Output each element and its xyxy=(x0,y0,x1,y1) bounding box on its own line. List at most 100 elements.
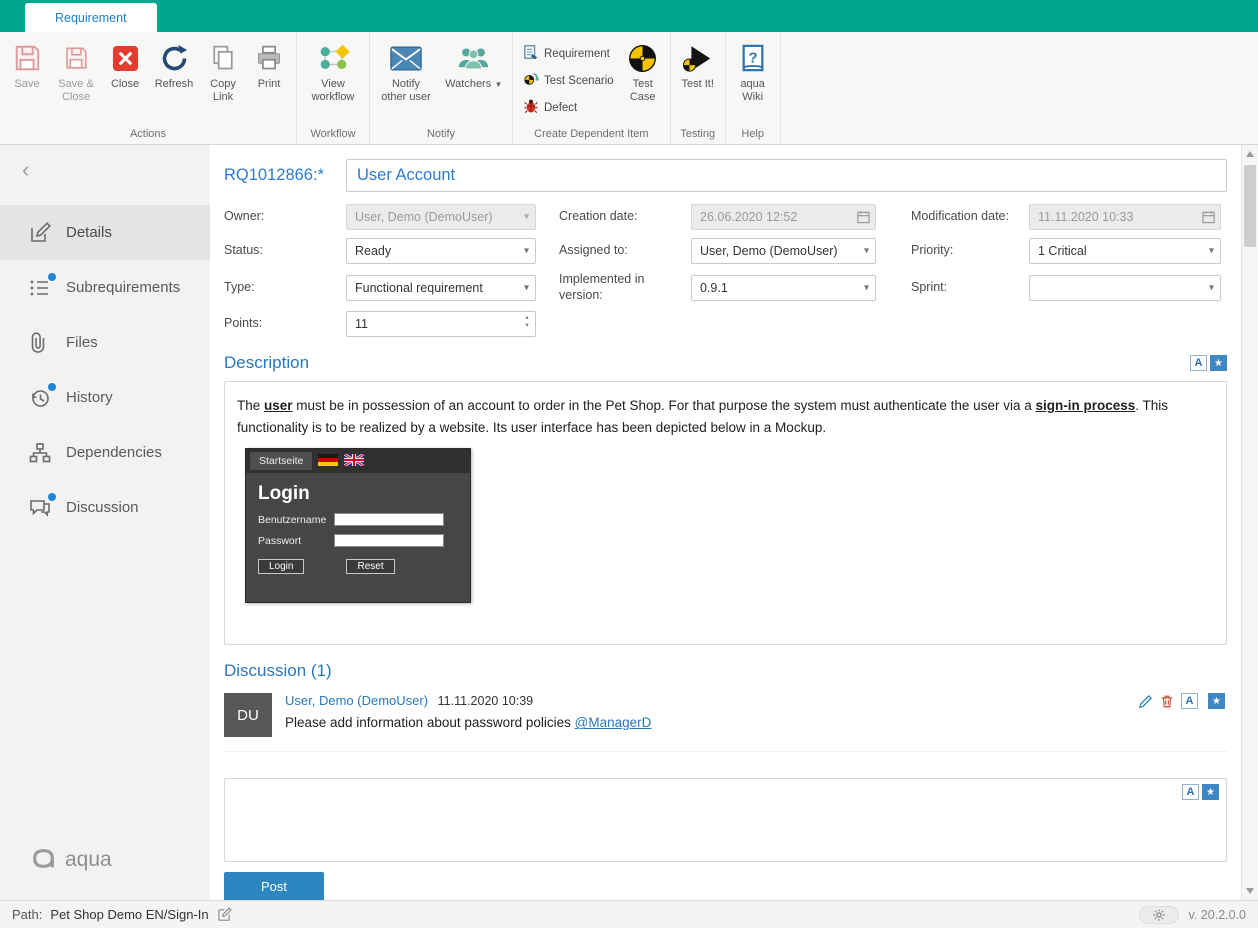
print-button[interactable]: Print xyxy=(247,36,291,95)
save-label: Save xyxy=(14,78,39,91)
mockup-login-title: Login xyxy=(258,483,458,505)
type-label: Type: xyxy=(224,280,346,296)
sidebar-item-discussion[interactable]: Discussion xyxy=(0,480,210,535)
creation-date-label: Creation date: xyxy=(559,209,691,225)
sidebar-item-dependencies-label: Dependencies xyxy=(66,444,162,461)
comment-mention-link[interactable]: @ManagerD xyxy=(575,715,652,730)
create-test-case-label: Test Case xyxy=(626,78,660,104)
aqua-wiki-button[interactable]: ? aqua Wiki xyxy=(731,36,775,108)
priority-select[interactable]: 1 Critical ▾ xyxy=(1029,238,1221,264)
ribbon-toolbar: Save Save & Close Close xyxy=(0,32,1258,145)
sidebar-item-dependencies[interactable]: Dependencies xyxy=(0,425,210,480)
aqua-logo-icon xyxy=(30,847,57,872)
new-comment-input[interactable]: A ★ xyxy=(224,778,1227,862)
create-test-scenario-button[interactable]: Test Scenario xyxy=(517,67,620,94)
requirement-icon xyxy=(523,44,539,63)
watchers-label: Watchers ▾ xyxy=(445,78,501,91)
watchers-button[interactable]: Watchers ▾ xyxy=(439,36,507,95)
copy-link-button[interactable]: Copy Link xyxy=(201,36,245,108)
scroll-up-arrow[interactable] xyxy=(1246,151,1254,157)
create-defect-label: Defect xyxy=(544,102,577,114)
aqua-alm-window: Requirement Save Save & Close xyxy=(0,0,1258,928)
chevron-down-icon: ▾ xyxy=(524,246,529,257)
path-label: Path: xyxy=(12,907,42,922)
create-requirement-label: Requirement xyxy=(544,48,610,60)
notify-other-user-button[interactable]: Notify other user xyxy=(375,36,437,108)
points-label: Points: xyxy=(224,316,346,332)
discussion-comment: DU User, Demo (DemoUser) 11.11.2020 10:3… xyxy=(224,693,1227,752)
save-and-close-button[interactable]: Save & Close xyxy=(51,36,101,108)
title-input[interactable] xyxy=(346,159,1227,192)
refresh-label: Refresh xyxy=(155,78,194,91)
scroll-down-arrow[interactable] xyxy=(1246,888,1254,894)
refresh-button[interactable]: Refresh xyxy=(149,36,199,95)
chevron-down-icon: ▾ xyxy=(864,282,869,293)
sprint-label: Sprint: xyxy=(911,280,1029,296)
edit-pencil-icon xyxy=(28,221,52,245)
edit-path-icon[interactable] xyxy=(217,907,232,922)
login-mockup-image: Startseite Login Benutzername Passwort xyxy=(245,448,471,603)
points-input[interactable]: 11 ▲ ▼ xyxy=(346,311,536,337)
format-star-icon[interactable]: ★ xyxy=(1208,693,1225,709)
view-workflow-label: View workflow xyxy=(307,78,359,104)
post-button[interactable]: Post xyxy=(224,872,324,900)
save-button[interactable]: Save xyxy=(5,36,49,95)
create-requirement-button[interactable]: Requirement xyxy=(517,40,620,67)
german-flag-icon xyxy=(318,454,338,469)
format-text-icon[interactable]: A xyxy=(1181,693,1198,709)
edit-comment-icon[interactable] xyxy=(1138,694,1153,709)
collapse-sidebar-button[interactable]: ‹ xyxy=(0,145,210,187)
copy-link-label: Copy Link xyxy=(206,78,240,104)
view-workflow-button[interactable]: View workflow xyxy=(302,36,364,108)
requirement-form: Owner: User, Demo (DemoUser) ▾ Creation … xyxy=(224,204,1227,337)
notification-dot xyxy=(48,273,56,281)
modification-date-label: Modification date: xyxy=(911,209,1029,225)
ribbon-group-notify-label: Notify xyxy=(374,126,508,144)
wiki-help-icon: ? xyxy=(739,40,767,76)
sidebar-item-subrequirements[interactable]: Subrequirements xyxy=(0,260,210,315)
description-editor[interactable]: The user must be in possession of an acc… xyxy=(224,381,1227,645)
workflow-icon xyxy=(317,40,350,76)
mockup-reset-button: Reset xyxy=(346,559,394,574)
format-star-icon[interactable]: ★ xyxy=(1210,355,1227,371)
mockup-password-label: Passwort xyxy=(258,535,334,547)
close-button[interactable]: Close xyxy=(103,36,147,95)
implemented-in-version-select[interactable]: 0.9.1 ▾ xyxy=(691,275,876,301)
description-heading: Description xyxy=(224,353,309,373)
type-select[interactable]: Functional requirement ▾ xyxy=(346,275,536,301)
requirement-id: RQ1012866:* xyxy=(224,166,346,185)
format-text-icon[interactable]: A xyxy=(1190,355,1207,371)
test-it-button[interactable]: Test It! xyxy=(676,36,720,95)
ribbon-group-create-dependent-item-label: Create Dependent Item xyxy=(517,126,666,144)
tab-requirement[interactable]: Requirement xyxy=(25,3,157,32)
vertical-scrollbar[interactable] xyxy=(1241,145,1258,900)
chevron-down-icon: ▾ xyxy=(864,246,869,257)
close-label: Close xyxy=(111,78,139,91)
mockup-login-button: Login xyxy=(258,559,304,574)
sidebar-item-history[interactable]: History xyxy=(0,370,210,425)
test-it-icon xyxy=(682,40,714,76)
close-icon xyxy=(112,40,139,76)
ribbon-group-testing-label: Testing xyxy=(675,126,721,144)
comment-author[interactable]: User, Demo (DemoUser) xyxy=(285,693,428,708)
sidebar-item-details-label: Details xyxy=(66,224,112,241)
owner-label: Owner: xyxy=(224,209,346,225)
scrollbar-thumb[interactable] xyxy=(1244,165,1256,247)
delete-comment-icon[interactable] xyxy=(1160,694,1174,709)
sidebar-item-details[interactable]: Details xyxy=(0,205,210,260)
create-defect-button[interactable]: Defect xyxy=(517,94,620,121)
tab-requirement-label: Requirement xyxy=(55,11,127,25)
create-test-case-button[interactable]: Test Case xyxy=(621,36,665,108)
spinner-down-icon: ▼ xyxy=(522,322,532,330)
points-spinner[interactable]: ▲ ▼ xyxy=(522,314,532,330)
assigned-to-select[interactable]: User, Demo (DemoUser) ▾ xyxy=(691,238,876,264)
sprint-select[interactable]: ▾ xyxy=(1029,275,1221,301)
ribbon-empty-area xyxy=(781,32,1258,144)
sidebar-item-files[interactable]: Files xyxy=(0,315,210,370)
settings-gear-button[interactable] xyxy=(1139,906,1179,924)
status-select[interactable]: Ready ▾ xyxy=(346,238,536,264)
save-and-close-icon xyxy=(63,40,89,76)
format-star-icon[interactable]: ★ xyxy=(1202,784,1219,800)
format-text-icon[interactable]: A xyxy=(1182,784,1199,800)
mockup-username-input xyxy=(334,513,444,526)
